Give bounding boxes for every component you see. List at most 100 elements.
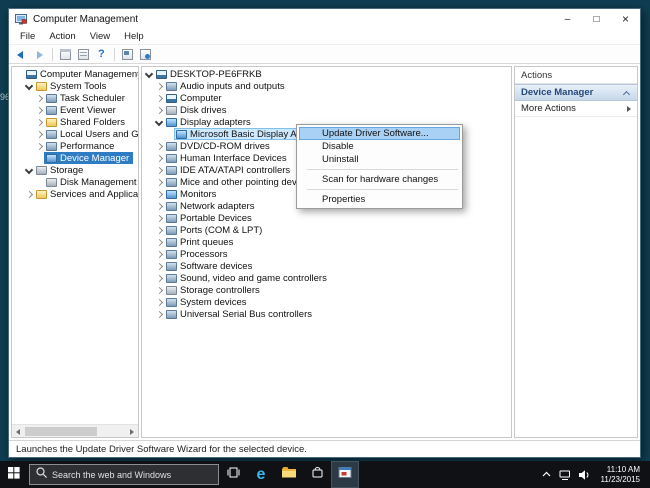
menu-file[interactable]: File xyxy=(13,31,42,42)
tree-item-label: Software devices xyxy=(180,261,252,272)
expander-expanded-icon[interactable] xyxy=(24,81,34,91)
tree-item-storage-controllers[interactable]: Storage controllers xyxy=(142,284,511,296)
title-bar[interactable]: Computer Management – □ × xyxy=(9,9,640,29)
tree-item-device-manager[interactable]: Device Manager xyxy=(12,152,138,164)
more-actions-item[interactable]: More Actions xyxy=(515,101,637,117)
expander-collapsed-icon[interactable] xyxy=(154,273,164,283)
expander-collapsed-icon[interactable] xyxy=(154,93,164,103)
tree-item-storage[interactable]: Storage xyxy=(12,164,138,176)
tree-item-system-devices[interactable]: System devices xyxy=(142,296,511,308)
file-explorer-taskbar-button[interactable] xyxy=(275,461,303,488)
desktop: 960 Computer Management – □ × File Actio… xyxy=(0,0,650,488)
forward-icon[interactable] xyxy=(32,47,47,62)
tree-item-label: Audio inputs and outputs xyxy=(180,81,285,92)
tree-item-desktop-pe6frkb[interactable]: DESKTOP-PE6FRKB xyxy=(142,68,511,80)
scrollbar-thumb[interactable] xyxy=(25,427,97,436)
task-view-button[interactable] xyxy=(219,461,247,488)
expander-collapsed-icon[interactable] xyxy=(34,129,44,139)
tree-item-universal-serial-bus-controllers[interactable]: Universal Serial Bus controllers xyxy=(142,308,511,320)
computer-management-taskbar-button[interactable] xyxy=(331,461,359,488)
menu-item-uninstall[interactable]: Uninstall xyxy=(299,153,460,166)
scrollbar-track[interactable] xyxy=(25,425,125,438)
tree-item-computer[interactable]: Computer xyxy=(142,92,511,104)
properties-icon[interactable] xyxy=(76,47,91,62)
system-device-icon xyxy=(166,298,177,307)
start-button[interactable] xyxy=(0,461,28,488)
scan-hardware-icon[interactable] xyxy=(120,47,135,62)
network-icon[interactable] xyxy=(557,461,574,488)
expander-collapsed-icon[interactable] xyxy=(154,285,164,295)
minimize-button[interactable]: – xyxy=(553,9,582,29)
expander-collapsed-icon[interactable] xyxy=(154,249,164,259)
expander-spacer xyxy=(34,177,44,187)
store-icon xyxy=(310,465,325,485)
horizontal-scrollbar[interactable] xyxy=(12,424,138,437)
expander-collapsed-icon[interactable] xyxy=(154,81,164,91)
close-button[interactable]: × xyxy=(611,9,640,29)
expander-collapsed-icon[interactable] xyxy=(154,237,164,247)
scroll-right-icon[interactable] xyxy=(125,425,138,438)
tree-item-task-scheduler[interactable]: Task Scheduler xyxy=(12,92,138,104)
tree-item-audio-inputs-and-outputs[interactable]: Audio inputs and outputs xyxy=(142,80,511,92)
expander-collapsed-icon[interactable] xyxy=(34,93,44,103)
expander-expanded-icon[interactable] xyxy=(154,117,164,127)
tree-item-sound-video-and-game-controllers[interactable]: Sound, video and game controllers xyxy=(142,272,511,284)
expander-collapsed-icon[interactable] xyxy=(154,309,164,319)
menu-item-update-driver-software[interactable]: Update Driver Software... xyxy=(299,127,460,140)
expander-collapsed-icon[interactable] xyxy=(154,213,164,223)
volume-icon[interactable] xyxy=(576,461,593,488)
tree-item-performance[interactable]: Performance xyxy=(12,140,138,152)
expander-expanded-icon[interactable] xyxy=(24,165,34,175)
menu-action[interactable]: Action xyxy=(42,31,82,42)
edge-taskbar-button[interactable] xyxy=(247,461,275,488)
tree-item-portable-devices[interactable]: Portable Devices xyxy=(142,212,511,224)
expander-collapsed-icon[interactable] xyxy=(34,141,44,151)
tree-item-disk-management[interactable]: Disk Management xyxy=(12,176,138,188)
expander-collapsed-icon[interactable] xyxy=(154,297,164,307)
tree-item-system-tools[interactable]: System Tools xyxy=(12,80,138,92)
expander-collapsed-icon[interactable] xyxy=(154,201,164,211)
scroll-left-icon[interactable] xyxy=(12,425,25,438)
tree-item-print-queues[interactable]: Print queues xyxy=(142,236,511,248)
actions-group-header[interactable]: Device Manager xyxy=(515,84,637,101)
menu-item-scan-for-hardware-changes[interactable]: Scan for hardware changes xyxy=(299,173,460,186)
tree-item-label: Ports (COM & LPT) xyxy=(180,225,262,236)
back-icon[interactable] xyxy=(14,47,29,62)
tree-item-computer-management-local[interactable]: Computer Management (Local) xyxy=(12,68,138,80)
tree-item-local-users-and-groups[interactable]: Local Users and Groups xyxy=(12,128,138,140)
expander-collapsed-icon[interactable] xyxy=(154,141,164,151)
expander-collapsed-icon[interactable] xyxy=(154,105,164,115)
tree-item-shared-folders[interactable]: Shared Folders xyxy=(12,116,138,128)
menu-item-label: Disable xyxy=(322,141,354,152)
menu-item-properties[interactable]: Properties xyxy=(299,193,460,206)
menu-item-disable[interactable]: Disable xyxy=(299,140,460,153)
hidden-icons-chevron-icon[interactable] xyxy=(538,461,555,488)
taskbar-search[interactable] xyxy=(29,464,219,485)
help-icon[interactable] xyxy=(94,47,109,62)
store-taskbar-button[interactable] xyxy=(303,461,331,488)
menu-help[interactable]: Help xyxy=(117,31,151,42)
expander-collapsed-icon[interactable] xyxy=(154,225,164,235)
tree-item-disk-drives[interactable]: Disk drives xyxy=(142,104,511,116)
tree-item-event-viewer[interactable]: Event Viewer xyxy=(12,104,138,116)
maximize-button[interactable]: □ xyxy=(582,9,611,29)
update-driver-icon[interactable] xyxy=(138,47,153,62)
expander-collapsed-icon[interactable] xyxy=(154,261,164,271)
tree-item-services-and-applications[interactable]: Services and Applications xyxy=(12,188,138,200)
menu-view[interactable]: View xyxy=(83,31,117,42)
search-input[interactable] xyxy=(52,470,213,480)
collapse-chevron-icon[interactable] xyxy=(623,89,631,97)
console-tree-icon[interactable] xyxy=(58,47,73,62)
tree-item-ports-com-lpt[interactable]: Ports (COM & LPT) xyxy=(142,224,511,236)
taskbar-clock[interactable]: 11:10 AM 11/23/2015 xyxy=(595,465,644,484)
expander-collapsed-icon[interactable] xyxy=(154,189,164,199)
expander-collapsed-icon[interactable] xyxy=(154,165,164,175)
tree-item-software-devices[interactable]: Software devices xyxy=(142,260,511,272)
expander-collapsed-icon[interactable] xyxy=(154,153,164,163)
expander-collapsed-icon[interactable] xyxy=(24,189,34,199)
expander-collapsed-icon[interactable] xyxy=(34,105,44,115)
expander-expanded-icon[interactable] xyxy=(144,69,154,79)
expander-collapsed-icon[interactable] xyxy=(34,117,44,127)
tree-item-processors[interactable]: Processors xyxy=(142,248,511,260)
expander-collapsed-icon[interactable] xyxy=(154,177,164,187)
